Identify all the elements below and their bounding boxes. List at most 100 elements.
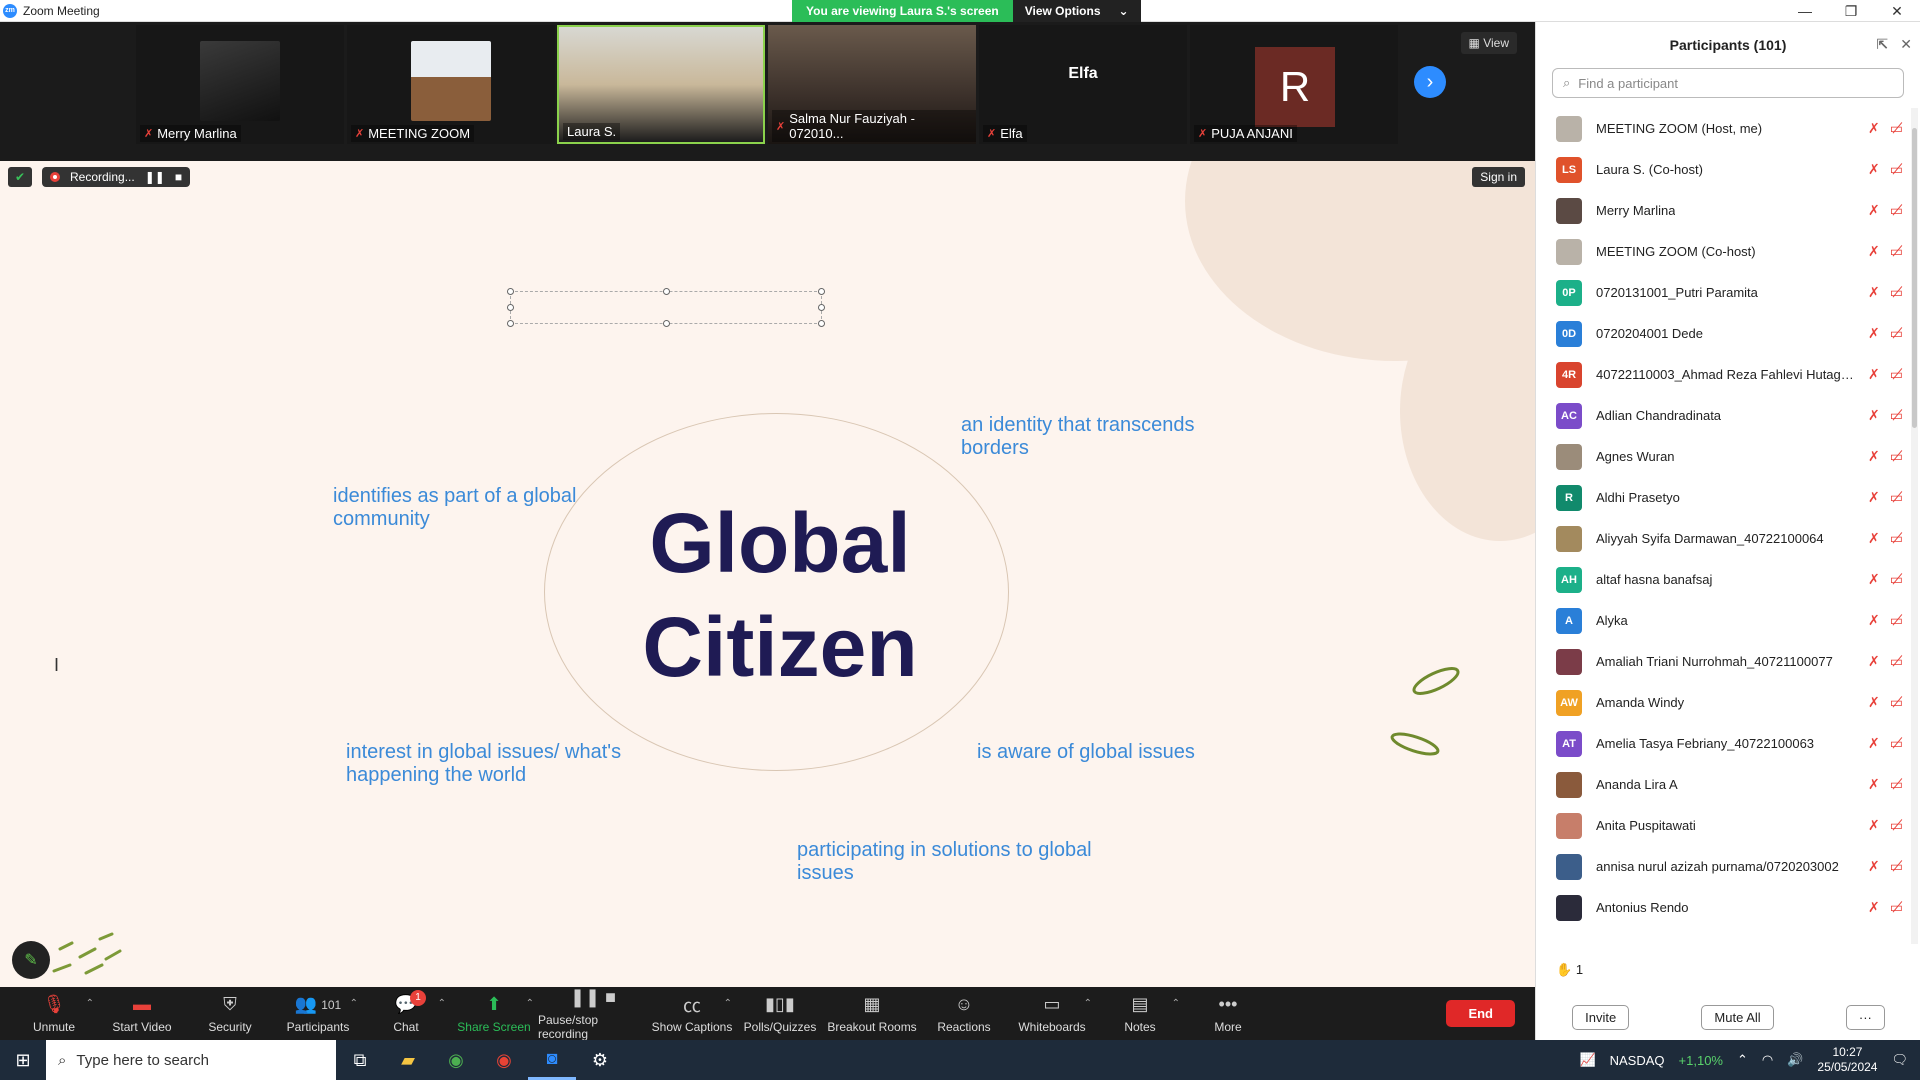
- windows-start-button[interactable]: ⊞: [0, 1050, 46, 1071]
- muted-mic-icon[interactable]: ✗: [1868, 530, 1880, 547]
- minimize-icon[interactable]: —: [1782, 0, 1828, 22]
- resize-handle[interactable]: [507, 320, 514, 327]
- participant-row[interactable]: MEETING ZOOM (Host, me) ✗ ▭̸: [1536, 108, 1911, 149]
- resize-handle[interactable]: [663, 288, 670, 295]
- view-options-button[interactable]: View Options ⌄: [1012, 0, 1141, 22]
- wifi-icon[interactable]: ◠: [1762, 1052, 1773, 1068]
- muted-mic-icon[interactable]: ✗: [1868, 571, 1880, 588]
- participant-row[interactable]: AW Amanda Windy ✗ ▭̸: [1536, 682, 1911, 723]
- popout-icon[interactable]: ⇱: [1877, 36, 1889, 53]
- whiteboards-button[interactable]: ▭ Whiteboards ⌃: [1008, 994, 1096, 1034]
- selected-textbox[interactable]: [507, 288, 825, 327]
- task-view-icon[interactable]: ⧉: [336, 1040, 384, 1080]
- taskbar-search-input[interactable]: ⌕ Type here to search: [46, 1040, 336, 1080]
- volume-icon[interactable]: 🔊: [1787, 1052, 1803, 1068]
- video-off-icon[interactable]: ▭̸: [1890, 489, 1903, 506]
- polls-button[interactable]: ▮▯▮ Polls/Quizzes: [736, 994, 824, 1034]
- chevron-up-icon[interactable]: ⌃: [1737, 1052, 1748, 1068]
- participant-row[interactable]: R Aldhi Prasetyo ✗ ▭̸: [1536, 477, 1911, 518]
- scrollbar-thumb[interactable]: [1912, 128, 1917, 428]
- muted-mic-icon[interactable]: ✗: [1868, 243, 1880, 260]
- caret-up-icon[interactable]: ⌃: [1084, 998, 1092, 1009]
- resize-handle[interactable]: [507, 304, 514, 311]
- restore-icon[interactable]: ❐: [1828, 0, 1874, 22]
- resize-handle[interactable]: [507, 288, 514, 295]
- video-tile[interactable]: ✗ Salma Nur Fauziyah - 072010...: [768, 25, 976, 144]
- caret-up-icon[interactable]: ⌃: [438, 998, 446, 1009]
- unmute-button[interactable]: 🎙 Unmute ⌃: [10, 994, 98, 1034]
- caret-up-icon[interactable]: ⌃: [86, 998, 94, 1009]
- resize-handle[interactable]: [818, 320, 825, 327]
- video-off-icon[interactable]: ▭̸: [1890, 325, 1903, 342]
- muted-mic-icon[interactable]: ✗: [1868, 694, 1880, 711]
- participant-row[interactable]: Merry Marlina ✗ ▭̸: [1536, 190, 1911, 231]
- video-off-icon[interactable]: ▭̸: [1890, 776, 1903, 793]
- notes-button[interactable]: ▤ Notes ⌃: [1096, 994, 1184, 1034]
- resize-handle[interactable]: [663, 320, 670, 327]
- invite-button[interactable]: Invite: [1572, 1005, 1630, 1030]
- video-off-icon[interactable]: ▭̸: [1890, 817, 1903, 834]
- participants-button[interactable]: 👥 101 Participants ⌃: [274, 994, 362, 1034]
- close-icon[interactable]: ✕: [1874, 0, 1920, 22]
- participant-row[interactable]: 0P 0720131001_Putri Paramita ✗ ▭̸: [1536, 272, 1911, 313]
- video-tile[interactable]: R ✗ PUJA ANJANI: [1190, 25, 1398, 144]
- chrome-icon[interactable]: ◉: [480, 1040, 528, 1080]
- muted-mic-icon[interactable]: ✗: [1868, 120, 1880, 137]
- muted-mic-icon[interactable]: ✗: [1868, 448, 1880, 465]
- video-off-icon[interactable]: ▭̸: [1890, 161, 1903, 178]
- muted-mic-icon[interactable]: ✗: [1868, 899, 1880, 916]
- participant-search-input[interactable]: ⌕ Find a participant: [1552, 68, 1904, 98]
- next-page-button[interactable]: ›: [1414, 66, 1446, 98]
- mute-all-button[interactable]: Mute All: [1701, 1005, 1774, 1030]
- video-off-icon[interactable]: ▭̸: [1890, 243, 1903, 260]
- participant-row[interactable]: Antonius Rendo ✗ ▭̸: [1536, 887, 1911, 928]
- participant-row[interactable]: AC Adlian Chandradinata ✗ ▭̸: [1536, 395, 1911, 436]
- muted-mic-icon[interactable]: ✗: [1868, 202, 1880, 219]
- close-icon[interactable]: ✕: [1900, 36, 1912, 53]
- show-captions-button[interactable]: ㏄ Show Captions ⌃: [648, 994, 736, 1034]
- video-off-icon[interactable]: ▭̸: [1890, 735, 1903, 752]
- caret-up-icon[interactable]: ⌃: [724, 998, 732, 1009]
- stop-icon[interactable]: ■: [175, 170, 182, 184]
- muted-mic-icon[interactable]: ✗: [1868, 612, 1880, 629]
- muted-mic-icon[interactable]: ✗: [1868, 817, 1880, 834]
- reactions-button[interactable]: ☺ Reactions: [920, 994, 1008, 1034]
- video-off-icon[interactable]: ▭̸: [1890, 202, 1903, 219]
- caret-up-icon[interactable]: ⌃: [350, 998, 358, 1009]
- video-off-icon[interactable]: ▭̸: [1890, 612, 1903, 629]
- view-layout-button[interactable]: ▦ View: [1460, 32, 1517, 54]
- more-button[interactable]: ••• More: [1184, 994, 1272, 1034]
- muted-mic-icon[interactable]: ✗: [1868, 489, 1880, 506]
- muted-mic-icon[interactable]: ✗: [1868, 325, 1880, 342]
- panel-more-button[interactable]: ···: [1845, 1005, 1885, 1030]
- start-video-button[interactable]: ▬ Start Video: [98, 994, 186, 1034]
- muted-mic-icon[interactable]: ✗: [1868, 366, 1880, 383]
- participant-row[interactable]: A Alyka ✗ ▭̸: [1536, 600, 1911, 641]
- muted-mic-icon[interactable]: ✗: [1868, 407, 1880, 424]
- participant-row[interactable]: 0D 0720204001 Dede ✗ ▭̸: [1536, 313, 1911, 354]
- participant-row[interactable]: Aliyyah Syifa Darmawan_40722100064 ✗ ▭̸: [1536, 518, 1911, 559]
- security-button[interactable]: ⛨ Security: [186, 994, 274, 1034]
- participant-row[interactable]: Amaliah Triani Nurrohmah_40721100077 ✗ ▭̸: [1536, 641, 1911, 682]
- resize-handle[interactable]: [818, 288, 825, 295]
- video-off-icon[interactable]: ▭̸: [1890, 858, 1903, 875]
- pause-icon[interactable]: ❚❚: [145, 170, 165, 184]
- annotate-pen-button[interactable]: ✎: [12, 941, 50, 979]
- video-off-icon[interactable]: ▭̸: [1890, 694, 1903, 711]
- notifications-icon[interactable]: 🗨: [1891, 1052, 1908, 1068]
- participant-row[interactable]: AH altaf hasna banafsaj ✗ ▭̸: [1536, 559, 1911, 600]
- caret-up-icon[interactable]: ⌃: [526, 998, 534, 1009]
- participant-row[interactable]: annisa nurul azizah purnama/0720203002 ✗ ▭…: [1536, 846, 1911, 887]
- participant-row[interactable]: AT Amelia Tasya Febriany_40722100063 ✗ ▭̸: [1536, 723, 1911, 764]
- muted-mic-icon[interactable]: ✗: [1868, 284, 1880, 301]
- video-off-icon[interactable]: ▭̸: [1890, 653, 1903, 670]
- chrome-icon[interactable]: ◉: [432, 1040, 480, 1080]
- video-off-icon[interactable]: ▭̸: [1890, 899, 1903, 916]
- participant-row[interactable]: Anita Puspitawati ✗ ▭̸: [1536, 805, 1911, 846]
- participant-row[interactable]: LS Laura S. (Co-host) ✗ ▭̸: [1536, 149, 1911, 190]
- file-explorer-icon[interactable]: ▰: [384, 1040, 432, 1080]
- participant-row[interactable]: Agnes Wuran ✗ ▭̸: [1536, 436, 1911, 477]
- video-tile[interactable]: ✗ MEETING ZOOM: [347, 25, 555, 144]
- video-off-icon[interactable]: ▭̸: [1890, 571, 1903, 588]
- muted-mic-icon[interactable]: ✗: [1868, 161, 1880, 178]
